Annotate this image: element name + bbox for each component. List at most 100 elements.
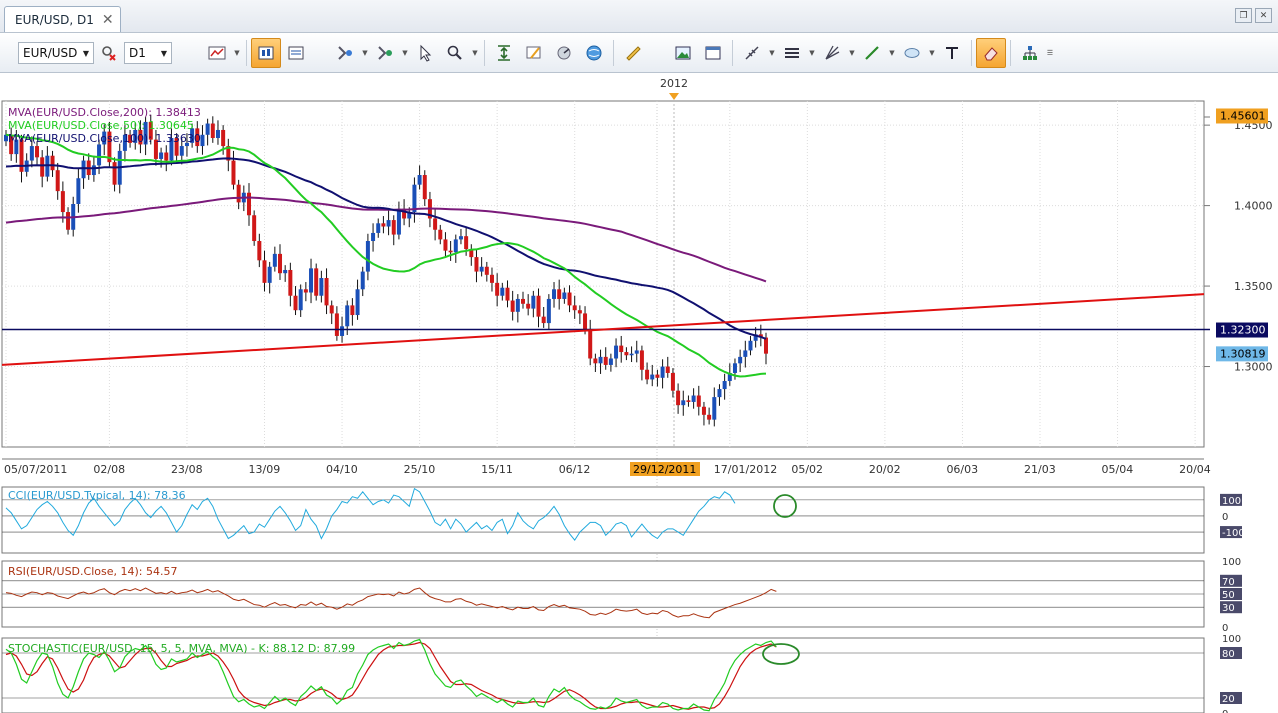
candle-body[interactable] xyxy=(686,400,691,402)
candle-body[interactable] xyxy=(303,289,308,293)
timeframe-select[interactable]: D1 ▼ xyxy=(124,42,172,64)
fan-button[interactable] xyxy=(817,38,847,68)
candle-body[interactable] xyxy=(634,350,639,354)
candle-body[interactable] xyxy=(324,278,329,306)
chevron-down-icon[interactable]: ▼ xyxy=(887,49,897,57)
candle-body[interactable] xyxy=(293,295,298,311)
candle-body[interactable] xyxy=(593,358,598,364)
text-tool-button[interactable] xyxy=(937,38,967,68)
chevron-down-icon[interactable]: ▼ xyxy=(400,49,410,57)
candle-body[interactable] xyxy=(696,395,701,407)
candle-body[interactable] xyxy=(557,289,562,299)
candle-body[interactable] xyxy=(210,123,215,139)
legend-mva-50[interactable]: MVA(EUR/USD.Close,50): 1.30645 xyxy=(8,119,194,132)
bar-view-button[interactable] xyxy=(251,38,281,68)
cursor-button[interactable] xyxy=(410,38,440,68)
candle-body[interactable] xyxy=(371,232,376,242)
candle-body[interactable] xyxy=(453,239,458,253)
candle-body[interactable] xyxy=(732,363,737,373)
candle-body[interactable] xyxy=(438,229,443,240)
candle-body[interactable] xyxy=(500,287,505,296)
candle-body[interactable] xyxy=(350,305,355,316)
candle-body[interactable] xyxy=(489,274,494,283)
candle-body[interactable] xyxy=(381,223,386,227)
toolbar-overflow-icon[interactable]: ☰ xyxy=(1045,49,1055,57)
candle-body[interactable] xyxy=(676,390,681,406)
ruler-button[interactable] xyxy=(618,38,648,68)
candle-body[interactable] xyxy=(97,144,102,166)
candle-body[interactable] xyxy=(164,152,169,161)
candle-body[interactable] xyxy=(386,220,391,227)
close-window-icon[interactable]: ✕ xyxy=(1255,8,1272,23)
candle-body[interactable] xyxy=(319,278,324,296)
picture-button[interactable] xyxy=(668,38,698,68)
candle-body[interactable] xyxy=(614,345,619,359)
table-view-button[interactable] xyxy=(281,38,311,68)
candle-body[interactable] xyxy=(458,236,463,240)
candle-body[interactable] xyxy=(262,260,267,283)
candle-body[interactable] xyxy=(355,289,360,316)
candle-body[interactable] xyxy=(541,316,546,324)
candle-body[interactable] xyxy=(314,268,319,296)
candle-body[interactable] xyxy=(257,241,262,261)
strategies-button[interactable] xyxy=(370,38,400,68)
candle-body[interactable] xyxy=(619,345,624,353)
candle-body[interactable] xyxy=(691,395,696,402)
restore-window-icon[interactable]: ❐ xyxy=(1235,8,1252,23)
candle-body[interactable] xyxy=(712,397,717,420)
horizontal-lines-button[interactable] xyxy=(777,38,807,68)
candle-body[interactable] xyxy=(670,372,675,391)
candle-body[interactable] xyxy=(246,192,251,216)
candle-body[interactable] xyxy=(521,298,525,304)
candle-body[interactable] xyxy=(474,257,479,272)
candle-body[interactable] xyxy=(334,313,339,336)
candle-body[interactable] xyxy=(272,253,277,267)
candle-body[interactable] xyxy=(639,350,644,370)
candle-body[interactable] xyxy=(298,289,303,311)
candle-body[interactable] xyxy=(81,160,86,179)
eraser-button[interactable] xyxy=(976,38,1006,68)
year-marker-icon[interactable] xyxy=(669,93,679,100)
candle-body[interactable] xyxy=(562,292,567,299)
candle-body[interactable] xyxy=(484,266,489,275)
add-note-button[interactable] xyxy=(519,38,549,68)
candle-body[interactable] xyxy=(360,271,365,290)
candle-body[interactable] xyxy=(479,266,484,272)
candle-body[interactable] xyxy=(433,218,438,230)
candle-body[interactable] xyxy=(236,184,241,203)
candle-body[interactable] xyxy=(345,305,350,327)
candle-body[interactable] xyxy=(159,152,164,159)
candle-body[interactable] xyxy=(665,366,670,373)
candle-body[interactable] xyxy=(515,298,520,312)
chart-canvas[interactable]: 2012 MVA(EUR/USD.Close,200): 1.38413 MVA… xyxy=(0,73,1278,713)
candle-body[interactable] xyxy=(40,157,45,177)
tab-eurusd-d1[interactable]: EUR/USD, D1 ✕ xyxy=(4,6,121,32)
chevron-down-icon[interactable]: ▼ xyxy=(807,49,817,57)
properties-button[interactable] xyxy=(698,38,728,68)
crosshair-button[interactable] xyxy=(737,38,767,68)
candle-body[interactable] xyxy=(552,289,557,299)
candle-body[interactable] xyxy=(660,366,665,378)
shape-button[interactable] xyxy=(897,38,927,68)
candle-body[interactable] xyxy=(231,160,236,185)
candle-body[interactable] xyxy=(464,236,469,250)
trendline-button[interactable] xyxy=(857,38,887,68)
chevron-down-icon[interactable]: ▼ xyxy=(847,49,857,57)
candle-body[interactable] xyxy=(526,303,531,309)
candle-body[interactable] xyxy=(577,310,582,314)
globe-button[interactable] xyxy=(579,38,609,68)
chart-type-button[interactable] xyxy=(202,38,232,68)
candle-body[interactable] xyxy=(66,212,71,230)
candle-body[interactable] xyxy=(252,215,257,242)
candle-body[interactable] xyxy=(91,165,96,176)
candle-body[interactable] xyxy=(536,295,541,317)
chevron-down-icon[interactable]: ▼ xyxy=(470,49,480,57)
candle-body[interactable] xyxy=(35,146,40,158)
candle-body[interactable] xyxy=(655,374,660,378)
candle-body[interactable] xyxy=(748,340,753,351)
candle-body[interactable] xyxy=(396,208,401,235)
candle-body[interactable] xyxy=(448,250,453,253)
candle-body[interactable] xyxy=(546,298,551,324)
indicators-button[interactable] xyxy=(330,38,360,68)
candle-body[interactable] xyxy=(60,191,65,213)
